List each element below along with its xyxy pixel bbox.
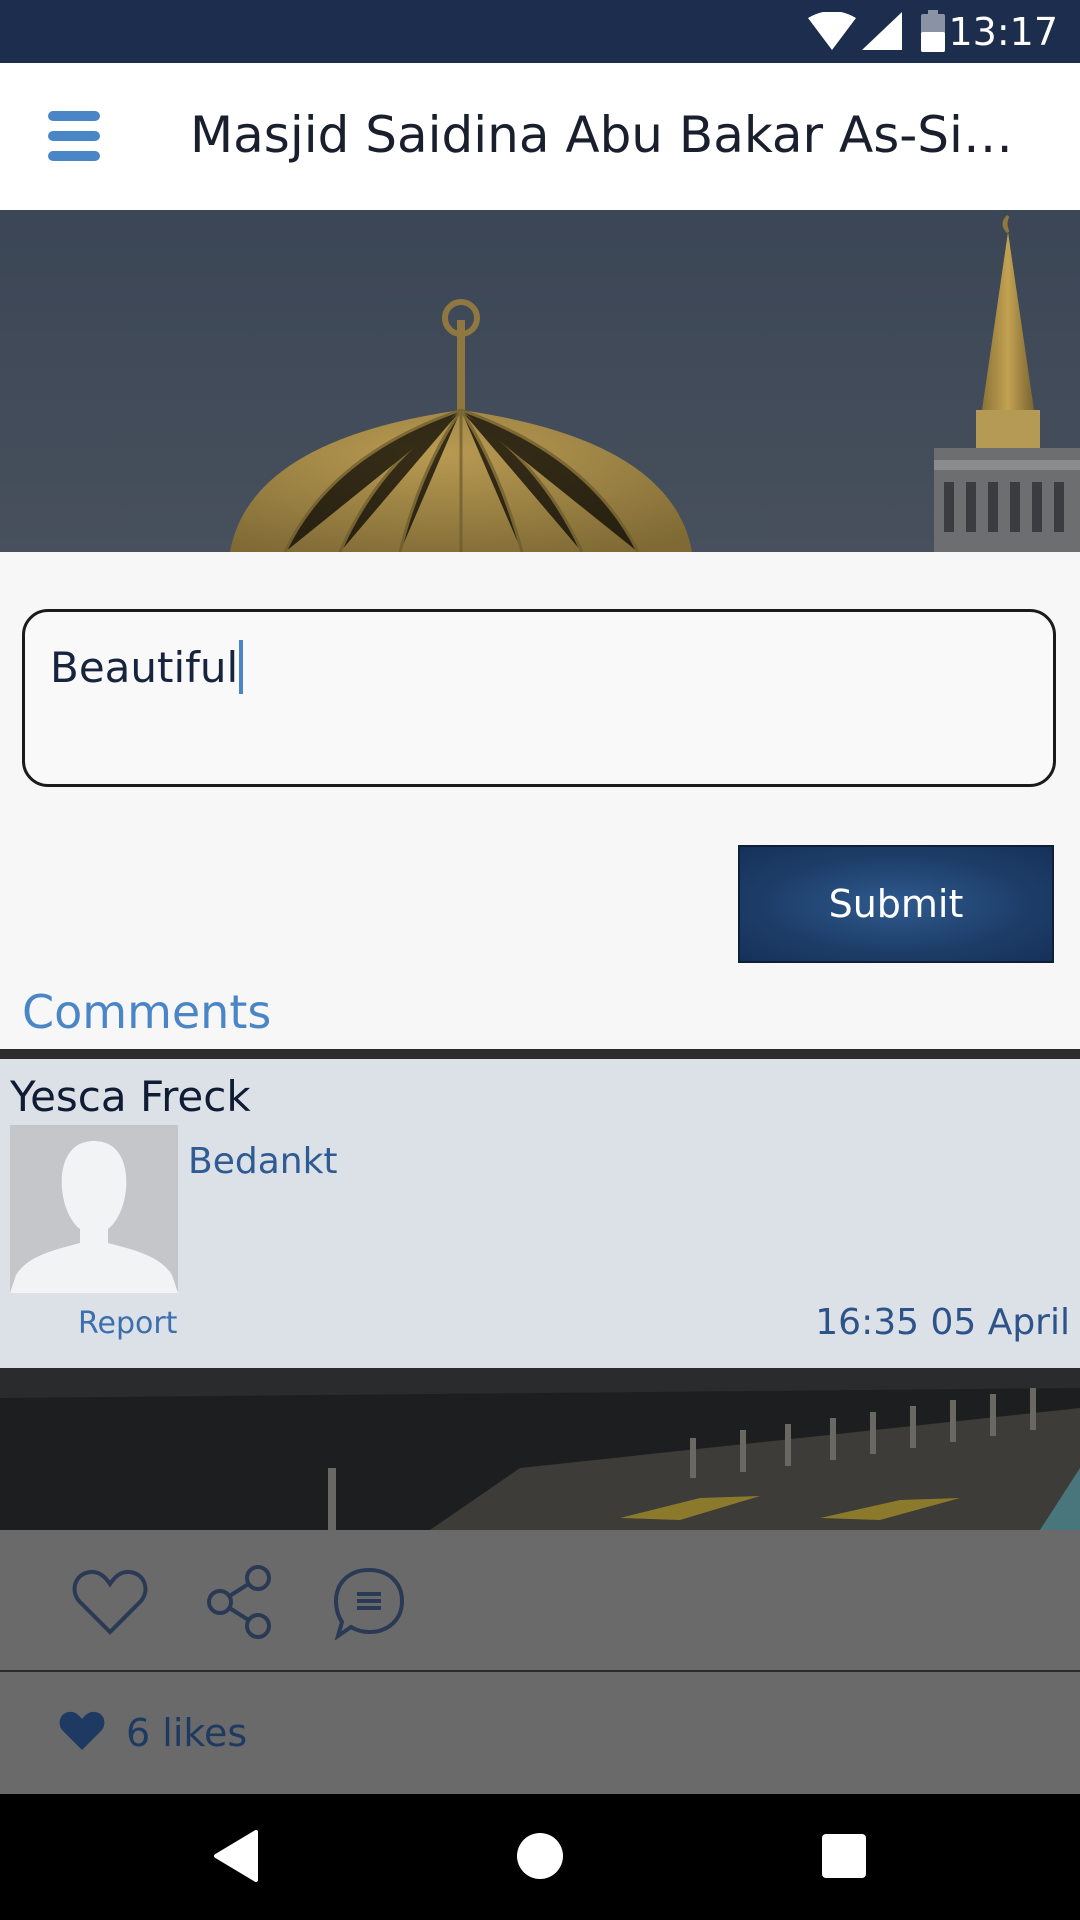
comment-input[interactable]: Beautiful bbox=[22, 609, 1056, 787]
comment-input-value: Beautiful bbox=[50, 643, 239, 692]
page-title: Masjid Saidina Abu Bakar As-Siddi... bbox=[190, 106, 1040, 164]
photo-strip bbox=[0, 1049, 1080, 1059]
battery-icon bbox=[921, 10, 945, 52]
mosque-photo-lower bbox=[0, 1368, 1080, 1530]
signal-icon bbox=[862, 12, 902, 50]
comment-icon[interactable] bbox=[332, 1566, 406, 1640]
status-bar: 13:17 bbox=[0, 0, 1080, 63]
avatar bbox=[10, 1125, 178, 1293]
share-icon[interactable] bbox=[206, 1564, 272, 1640]
heart-filled-icon bbox=[59, 1711, 105, 1750]
comment-text: Bedankt bbox=[188, 1141, 338, 1182]
system-nav-bar bbox=[0, 1794, 1080, 1920]
comment-form: Beautiful Submit Comments bbox=[0, 552, 1080, 1049]
comment-card: Yesca Freck Bedankt Report 16:35 05 Apri… bbox=[0, 1059, 1080, 1368]
recents-icon[interactable] bbox=[822, 1834, 866, 1878]
app-bar: Masjid Saidina Abu Bakar As-Siddi... bbox=[0, 63, 1080, 210]
menu-icon[interactable] bbox=[48, 111, 100, 161]
report-link[interactable]: Report bbox=[78, 1303, 177, 1345]
mosque-photo bbox=[0, 210, 1080, 552]
post-actions bbox=[0, 1530, 1080, 1672]
likes-bar: 6 likes bbox=[0, 1672, 1080, 1794]
submit-button[interactable]: Submit bbox=[738, 845, 1054, 963]
likes-count: 6 likes bbox=[126, 1711, 248, 1755]
heart-outline-icon[interactable] bbox=[72, 1568, 148, 1636]
home-icon[interactable] bbox=[514, 1830, 566, 1882]
comment-timestamp: 16:35 05 April bbox=[815, 1302, 1070, 1343]
comment-author: Yesca Freck bbox=[10, 1072, 251, 1121]
back-icon[interactable] bbox=[212, 1830, 260, 1882]
status-time: 13:17 bbox=[948, 10, 1058, 54]
wifi-icon bbox=[808, 12, 856, 50]
comments-heading: Comments bbox=[22, 985, 272, 1039]
text-cursor bbox=[239, 640, 244, 694]
